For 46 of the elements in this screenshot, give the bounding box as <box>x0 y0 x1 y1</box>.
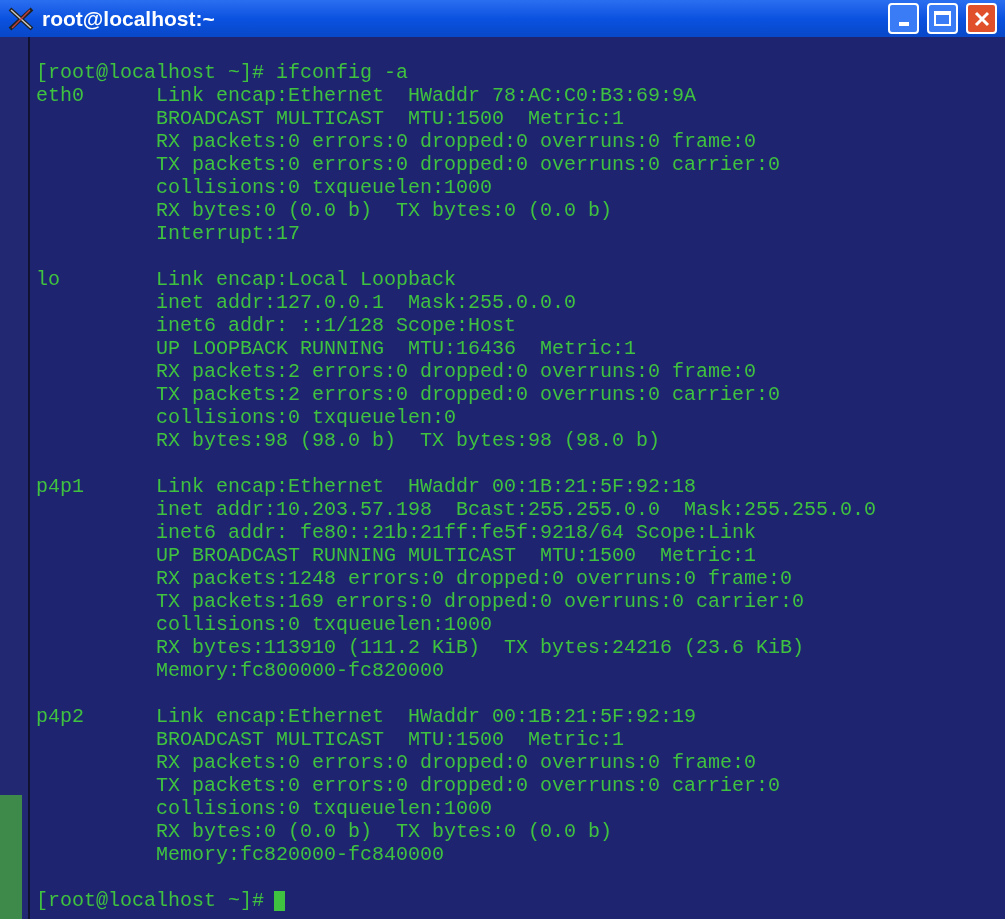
terminal-line: RX bytes:0 (0.0 b) TX bytes:0 (0.0 b) <box>156 199 614 222</box>
shell-prompt: [root@localhost ~]# <box>36 889 265 912</box>
terminal-line: TX packets:0 errors:0 dropped:0 overruns:0 carrier:0 <box>156 774 781 797</box>
terminal-line: Link encap:Ethernet HWaddr 00:1B:21:5F:92:18 <box>156 475 698 498</box>
window-title: root@localhost:~ <box>42 5 215 32</box>
terminal-line: RX bytes:98 (98.0 b) TX bytes:98 (98.0 b) <box>156 429 662 452</box>
interface-name: p4p1 <box>36 475 85 498</box>
interface-name: eth0 <box>36 84 85 107</box>
terminal-line: Memory:fc800000-fc820000 <box>156 659 446 682</box>
terminal-line: collisions:0 txqueuelen:1000 <box>156 797 494 820</box>
terminal-line: collisions:0 txqueuelen:1000 <box>156 613 494 636</box>
terminal-line: BROADCAST MULTICAST MTU:1500 Metric:1 <box>156 728 626 751</box>
terminal-line: Link encap:Ethernet HWaddr 78:AC:C0:B3:69:9A <box>156 84 698 107</box>
terminal-line: TX packets:169 errors:0 dropped:0 overruns:0 carrier:0 <box>156 590 806 613</box>
terminal-line: Memory:fc820000-fc840000 <box>156 843 446 866</box>
terminal-line: UP LOOPBACK RUNNING MTU:16436 Metric:1 <box>156 337 638 360</box>
terminal-line: UP BROADCAST RUNNING MULTICAST MTU:1500 Metric:1 <box>156 544 758 567</box>
interface-name: lo <box>36 268 61 291</box>
terminal-line: TX packets:2 errors:0 dropped:0 overruns:0 carrier:0 <box>156 383 781 406</box>
scrollbar-thumb[interactable] <box>0 795 22 919</box>
x-logo-icon <box>8 6 34 31</box>
command-line: [root@localhost ~]# ifconfig -a <box>36 61 410 84</box>
terminal-line: inet addr:127.0.0.1 Mask:255.0.0.0 <box>156 291 578 314</box>
terminal-line: Link encap:Local Loopback <box>156 268 458 291</box>
terminal-line: RX packets:2 errors:0 dropped:0 overruns:0 frame:0 <box>156 360 758 383</box>
maximize-icon <box>934 11 951 26</box>
maximize-button[interactable] <box>927 3 958 34</box>
close-button[interactable] <box>966 3 997 34</box>
terminal-line: inet6 addr: fe80::21b:21ff:fe5f:9218/64 Scope:Link <box>156 521 758 544</box>
minimize-button[interactable] <box>888 3 919 34</box>
terminal-line: inet addr:10.203.57.198 Bcast:255.255.0.0 Mask:255.255.0.0 <box>156 498 877 521</box>
close-icon <box>973 10 990 27</box>
terminal-line: Interrupt:17 <box>156 222 302 245</box>
terminal-line: inet6 addr: ::1/128 Scope:Host <box>156 314 518 337</box>
terminal-line: Link encap:Ethernet HWaddr 00:1B:21:5F:92:19 <box>156 705 698 728</box>
terminal-line: collisions:0 txqueuelen:1000 <box>156 176 494 199</box>
terminal-line: TX packets:0 errors:0 dropped:0 overruns:0 carrier:0 <box>156 153 781 176</box>
terminal-line: RX bytes:113910 (111.2 KiB) TX bytes:24216 (23.6 KiB) <box>156 636 806 659</box>
terminal-line: RX packets:0 errors:0 dropped:0 overruns:0 frame:0 <box>156 130 758 153</box>
terminal-line: RX packets:0 errors:0 dropped:0 overruns:0 frame:0 <box>156 751 758 774</box>
terminal-line: RX packets:1248 errors:0 dropped:0 overruns:0 frame:0 <box>156 567 794 590</box>
terminal-line: collisions:0 txqueuelen:0 <box>156 406 458 429</box>
terminal-line: RX bytes:0 (0.0 b) TX bytes:0 (0.0 b) <box>156 820 614 843</box>
interface-name: p4p2 <box>36 705 85 728</box>
minimize-icon <box>898 22 909 26</box>
terminal-line: BROADCAST MULTICAST MTU:1500 Metric:1 <box>156 107 626 130</box>
